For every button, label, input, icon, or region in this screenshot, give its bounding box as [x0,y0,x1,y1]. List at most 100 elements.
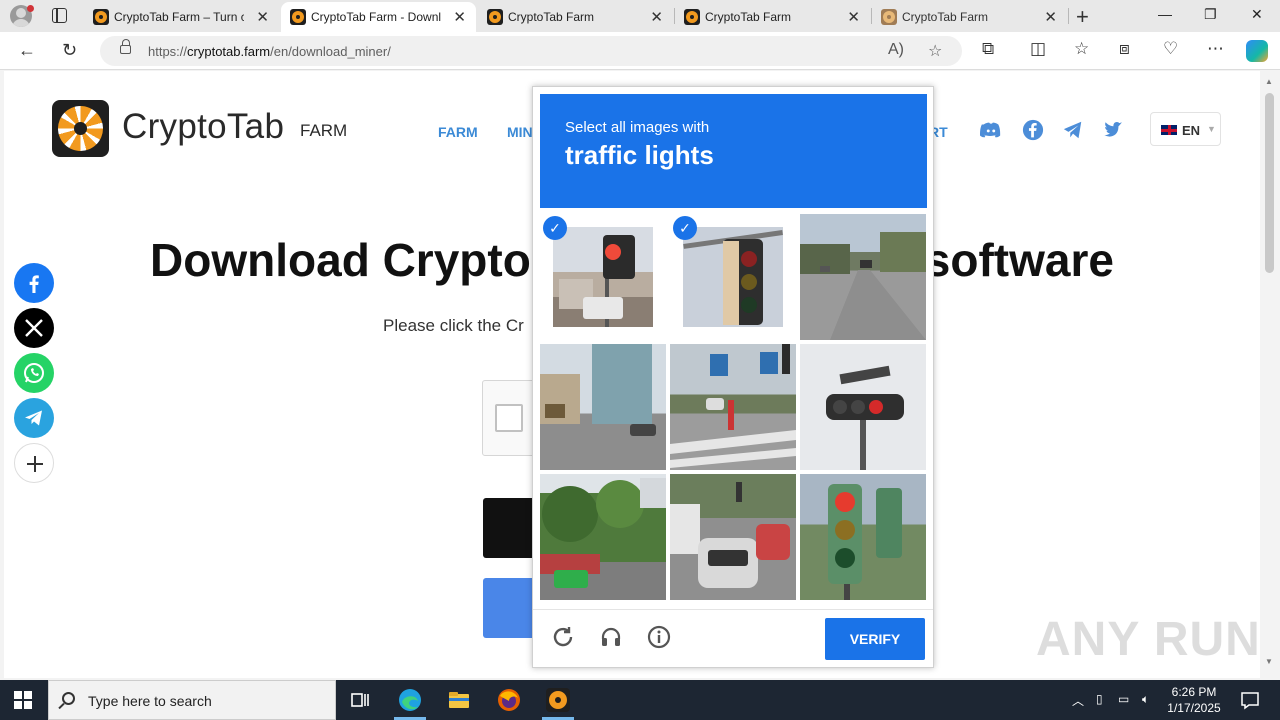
browser-essentials-icon[interactable]: ♡ [1163,39,1178,59]
captcha-challenge-dialog: Select all images with traffic lights ✓ … [532,86,934,668]
browser-tab[interactable]: CryptoTab Farm ✕ [478,2,673,32]
show-hidden-icons-chevron-icon[interactable]: ︿ [1072,692,1084,709]
nav-link-farm[interactable]: FARM [438,124,478,140]
share-whatsapp-button[interactable] [14,353,54,393]
browser-tab-strip: CryptoTab Farm – Turn c ✕ CryptoTab Farm… [0,0,1280,32]
firefox-icon[interactable] [495,686,523,714]
page-title-right: software [924,234,1114,286]
captcha-checkbox[interactable] [495,404,523,432]
browser-tab[interactable]: CryptoTab Farm ✕ [675,2,870,32]
cryptotab-logo-icon[interactable] [52,100,109,157]
collections-icon[interactable]: ⧈ [1119,39,1130,59]
browser-tab[interactable]: CryptoTab Farm – Turn c ✕ [84,2,279,32]
cryptotab-app-icon[interactable] [544,686,572,714]
share-facebook-button[interactable] [14,263,54,303]
url-scheme: https:// [148,44,188,59]
more-menu-icon[interactable]: ⋯ [1207,39,1224,59]
taskbar-clock[interactable]: 6:26 PM 1/17/2025 [1158,684,1230,716]
close-tab-icon[interactable]: ✕ [650,8,663,26]
minimize-icon[interactable]: — [1158,6,1172,22]
verify-button[interactable]: VERIFY [825,618,925,660]
extensions-icon[interactable]: ⧉ [982,39,994,59]
telegram-icon[interactable] [1062,119,1084,141]
notification-center-icon[interactable] [1236,686,1264,714]
file-explorer-icon[interactable] [445,686,473,714]
browser-tab-active[interactable]: CryptoTab Farm - Downl ✕ [281,2,476,32]
favorite-star-icon[interactable]: ☆ [928,41,942,61]
read-aloud-icon[interactable]: A) [888,41,904,59]
twitter-icon[interactable] [1102,119,1124,141]
close-window-icon[interactable]: ✕ [1251,6,1263,23]
captcha-tile-8[interactable] [670,474,796,600]
device-icon[interactable]: ▯ [1096,692,1103,706]
telegram-icon [25,410,42,426]
captcha-tile-4[interactable] [540,344,666,470]
captcha-prompt-line1: Select all images with [565,119,710,136]
close-tab-icon[interactable]: ✕ [1044,8,1057,26]
captcha-tile-7[interactable] [540,474,666,600]
volume-icon[interactable]: 🔈︎ [1142,692,1149,707]
tab-actions-icon[interactable] [52,8,67,23]
close-tab-icon[interactable]: ✕ [847,8,860,26]
clock-time: 6:26 PM [1171,685,1217,699]
language-selector[interactable]: EN ▼ [1150,112,1221,146]
share-telegram-button[interactable] [14,398,54,438]
scrollbar-thumb[interactable] [1265,93,1274,273]
address-bar[interactable]: https://cryptotab.farm/en/download_miner… [100,36,962,66]
anyrun-watermark: ANY RUN [1036,613,1261,666]
audio-challenge-icon[interactable] [599,625,623,649]
split-screen-icon[interactable]: ◫ [1030,39,1046,59]
reload-icon[interactable]: ↻ [62,40,77,61]
back-arrow-icon[interactable]: ← [18,40,36,61]
task-view-icon[interactable] [346,686,374,714]
captcha-tile-5[interactable] [670,344,796,470]
page-scrollbar[interactable]: ▲ ▼ [1261,71,1280,678]
captcha-tile-3[interactable] [800,214,926,340]
page-title-left: Download Crypto [150,234,531,286]
captcha-prompt: Select all images with traffic lights [540,94,927,208]
close-tab-icon[interactable]: ✕ [453,8,466,26]
logo-suffix: FARM [300,121,348,140]
captcha-tile-9[interactable] [800,474,926,600]
dialog-divider [533,609,933,610]
browser-tab[interactable]: CryptoTab Farm ✕ [872,2,1067,32]
discord-icon[interactable] [980,119,1002,141]
taskbar-search-box[interactable]: Type here to search [48,680,336,720]
profile-notification-dot [27,5,34,12]
scroll-down-icon[interactable]: ▼ [1265,657,1273,666]
scroll-up-icon[interactable]: ▲ [1265,77,1273,86]
edge-browser-icon[interactable] [396,686,424,714]
url-text[interactable]: https://cryptotab.farm/en/download_miner… [148,44,391,59]
search-placeholder: Type here to search [88,693,212,709]
clock-date: 1/17/2025 [1167,701,1221,715]
whatsapp-icon [24,363,44,383]
language-label: EN [1182,123,1201,138]
share-x-button[interactable] [14,308,54,348]
new-tab-icon[interactable]: + [1076,4,1089,30]
cryptotab-favicon-icon [290,9,306,25]
windows-start-icon[interactable] [14,691,32,709]
selected-check-icon: ✓ [543,216,567,240]
restore-icon[interactable]: ❐ [1204,6,1217,23]
nav-link-min[interactable]: MIN [507,124,533,140]
browser-toolbar: ← ↻ https://cryptotab.farm/en/download_m… [0,32,1280,70]
search-icon [62,692,75,705]
tab-title: CryptoTab Farm [705,10,792,24]
favorites-icon[interactable]: ☆ [1074,39,1089,59]
captcha-tile-6[interactable] [800,344,926,470]
facebook-icon[interactable] [1022,119,1044,141]
close-tab-icon[interactable]: ✕ [256,8,269,26]
windows-taskbar: Type here to search ︿ ▯ ▭ 🔈︎ 6:26 PM 1/1… [0,680,1280,720]
tab-title: CryptoTab Farm [508,10,595,24]
url-host: cryptotab.farm [187,44,271,59]
tab-title: CryptoTab Farm - Downl [311,10,441,24]
lock-icon[interactable] [120,39,131,54]
network-icon[interactable]: ▭ [1118,692,1129,706]
cryptotab-favicon-icon [684,9,700,25]
reload-challenge-icon[interactable] [551,625,575,649]
plus-icon [27,456,43,472]
info-icon[interactable] [647,625,671,649]
share-more-button[interactable] [14,443,54,483]
copilot-icon[interactable] [1246,40,1268,62]
logo-text[interactable]: CryptoTab [122,107,284,147]
